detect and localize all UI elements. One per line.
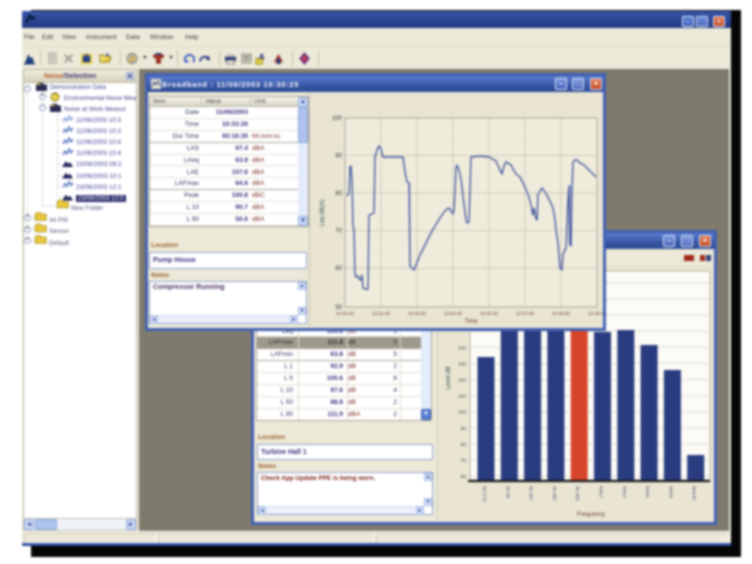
svg-text:70: 70 — [335, 229, 342, 235]
svg-text:Time: Time — [464, 319, 478, 325]
svg-text:90: 90 — [335, 154, 342, 160]
svg-text:10:35:45: 10:35:45 — [480, 311, 498, 316]
svg-text:31.5 Hz: 31.5 Hz — [482, 485, 487, 502]
svg-text:16 kHz: 16 kHz — [692, 485, 697, 500]
svg-text:100: 100 — [332, 116, 343, 122]
svg-text:125 Hz: 125 Hz — [529, 485, 534, 500]
svg-text:60: 60 — [461, 474, 467, 480]
svg-text:80: 80 — [461, 442, 467, 448]
svg-text:8 kHz: 8 kHz — [668, 485, 673, 497]
svg-text:10:34:25: 10:34:25 — [444, 311, 462, 316]
svg-text:Leq dB(A): Leq dB(A) — [320, 199, 326, 226]
svg-text:80: 80 — [335, 191, 342, 197]
svg-text:90: 90 — [461, 426, 467, 432]
svg-text:140: 140 — [458, 345, 466, 351]
svg-text:63 Hz: 63 Hz — [505, 485, 510, 498]
svg-text:10:33:05: 10:33:05 — [408, 311, 426, 316]
svg-text:10:37:05: 10:37:05 — [516, 311, 534, 316]
svg-text:10:39:45: 10:39:45 — [588, 311, 603, 316]
svg-text:10:30:25: 10:30:25 — [336, 311, 354, 316]
svg-text:110: 110 — [458, 394, 466, 400]
svg-text:Level dB: Level dB — [446, 366, 452, 389]
svg-text:70: 70 — [461, 458, 467, 464]
svg-text:A: A — [259, 52, 265, 61]
svg-text:4 kHz: 4 kHz — [645, 485, 650, 497]
svg-text:10:31:45: 10:31:45 — [372, 311, 390, 316]
svg-text:2 kHz: 2 kHz — [622, 485, 627, 497]
svg-text:1 kHz: 1 kHz — [599, 485, 604, 497]
svg-text:10:38:25: 10:38:25 — [552, 311, 570, 316]
svg-text:100: 100 — [458, 410, 466, 416]
svg-text:60: 60 — [335, 266, 342, 272]
svg-text:250 Hz: 250 Hz — [552, 485, 557, 500]
svg-text:120: 120 — [458, 378, 466, 384]
svg-text:500 Hz: 500 Hz — [575, 485, 580, 500]
svg-text:130: 130 — [458, 361, 466, 367]
svg-text:Frequency: Frequency — [577, 512, 605, 518]
